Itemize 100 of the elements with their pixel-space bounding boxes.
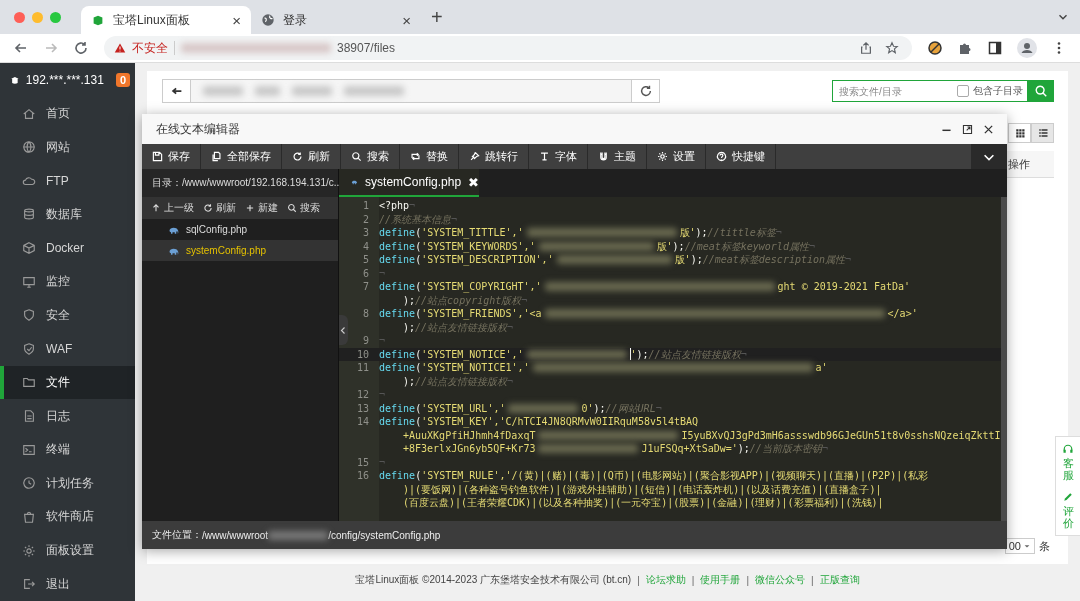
directory-path: 目录：/www/wwwroot/192.168.194.131/c... [142, 169, 338, 197]
file-tree-item[interactable]: sqlConfig.php [142, 219, 338, 240]
collapse-handle[interactable] [339, 315, 348, 345]
sidebar-item[interactable]: WAF [0, 332, 135, 366]
sidebar-item[interactable]: 退出 [0, 567, 135, 601]
sidebar-item[interactable]: 面板设置 [0, 533, 135, 568]
scrollbar[interactable] [1000, 197, 1007, 521]
line-end-mark: ¬ [521, 293, 528, 307]
tab-close-button[interactable]: × [232, 11, 241, 29]
address-bar[interactable]: 不安全 38907/files [104, 36, 912, 60]
sidebar-item[interactable]: 终端 [0, 432, 135, 467]
code-comment: //系统基本信息 [379, 212, 452, 226]
new-tab-button[interactable]: + [431, 5, 443, 29]
code-punctuation: ); [403, 374, 416, 388]
column-header: 操作 [1008, 156, 1030, 172]
line-end-mark: ¬ [808, 239, 815, 253]
shield-icon [22, 308, 36, 323]
code-string: 版' [674, 253, 691, 267]
zoom-window-dot-icon[interactable] [50, 11, 61, 23]
sidebar-item[interactable]: 文件 [0, 365, 135, 400]
file-tree-item[interactable]: systemConfig.php [142, 240, 338, 261]
code-string: 0' [581, 401, 594, 415]
database-icon [22, 207, 36, 222]
subdirectory-checkbox[interactable] [957, 85, 969, 97]
tree-action-button[interactable]: 新建 [242, 201, 281, 215]
back-button[interactable] [163, 80, 191, 102]
browser-tab[interactable]: 登录 × [251, 6, 421, 34]
profile-avatar-icon[interactable] [1017, 38, 1037, 58]
share-icon[interactable] [859, 41, 873, 55]
gear-icon [657, 151, 668, 162]
close-window-dot-icon[interactable] [14, 11, 25, 23]
tab-title: 登录 [283, 11, 308, 29]
blurred-text [203, 86, 243, 96]
separator: | [746, 574, 749, 586]
swap-icon [410, 151, 421, 162]
code-string: 'SYSTEM_KEYWORDS',' [421, 239, 536, 253]
search-icon [287, 203, 297, 213]
file-tab[interactable]: systemConfig.php ✖ [339, 169, 479, 197]
sidebar-item[interactable]: FTP [0, 164, 135, 198]
search-box[interactable]: 搜索文件/目录 包含子目录 [832, 80, 1028, 102]
grid-view-button[interactable] [1008, 123, 1031, 143]
save-icon [152, 151, 163, 162]
code-keyword: define [379, 253, 416, 267]
code-punctuation: ); [690, 253, 703, 267]
tree-action-button[interactable]: 刷新 [200, 201, 239, 215]
refresh-icon [638, 84, 653, 98]
refresh-icon [203, 203, 213, 213]
code-string: 'SYSTEM_NOTICE1',' [421, 361, 530, 375]
sidebar-item[interactable]: 安全 [0, 298, 135, 333]
maximize-icon[interactable] [961, 122, 974, 136]
search-icon [1034, 84, 1048, 98]
line-end-mark: ¬ [740, 347, 747, 361]
code-string: 'SYSTEM_URL',' [421, 401, 506, 415]
chevron-left-icon [340, 325, 346, 335]
bag-icon [22, 509, 36, 524]
cube-icon [22, 241, 36, 256]
line-number: 8 [361, 307, 370, 321]
close-tab-button[interactable]: ✖ [468, 174, 479, 190]
list-view-button[interactable] [1031, 123, 1054, 143]
sidebar-item[interactable]: 监控 [0, 264, 135, 299]
caret-icon [1023, 542, 1031, 550]
code-keyword: define [379, 239, 416, 253]
copy-icon [211, 151, 222, 162]
tree-action-button[interactable]: 上一级 [148, 201, 197, 215]
tab-close-button[interactable]: × [402, 11, 411, 29]
code-string: 'SYSTEM_COPYRIGHT',' [421, 280, 542, 294]
sidebar-item[interactable]: Docker [0, 231, 135, 265]
line-number: 7 [361, 280, 370, 294]
status-label: 文件位置： [152, 528, 202, 542]
search-button[interactable] [1028, 80, 1054, 102]
code-keyword: define [379, 415, 416, 429]
refresh-button[interactable] [631, 80, 659, 102]
browser-tab[interactable]: 宝塔Linux面板 × [81, 6, 251, 34]
line-end-mark: ¬ [379, 388, 386, 402]
sidebar-item[interactable]: 网站 [0, 130, 135, 165]
exit-icon [22, 577, 36, 592]
sidebar-item[interactable]: 日志 [0, 399, 135, 433]
code-punctuation: ); [695, 226, 708, 240]
server-address: 192.***.***.131 [25, 72, 104, 87]
box-favicon-icon [91, 13, 105, 27]
sidebar-item[interactable]: 首页 [0, 96, 135, 131]
search-field[interactable]: 搜索文件/目录 [837, 84, 953, 98]
code-string: J1uFSQq+XtSaDw=' [641, 442, 738, 456]
tree-action-button[interactable]: 搜索 [284, 201, 323, 215]
sidebar-item[interactable]: 数据库 [0, 197, 135, 232]
copyright-text: 宝塔Linux面板 ©2014-2023 广东堡塔安全技术有限公司 (bt.cn) [355, 573, 632, 587]
extension-badge-icon[interactable] [927, 40, 943, 56]
reload-icon[interactable] [73, 40, 89, 56]
url-text: 38907/files [337, 41, 396, 55]
globe-icon [261, 13, 275, 27]
minimize-window-dot-icon[interactable] [32, 11, 43, 23]
star-icon[interactable] [885, 41, 899, 55]
side-panel-icon[interactable] [987, 40, 1003, 56]
sidebar-item[interactable]: 软件商店 [0, 500, 135, 534]
code-string: 'SYSTEM_NOTICE',' [421, 347, 524, 361]
code-editor-area[interactable] [339, 197, 1007, 521]
sidebar-item[interactable]: 计划任务 [0, 466, 135, 501]
separator: | [691, 574, 695, 586]
expand-toolbar-button[interactable] [971, 144, 1007, 169]
code-string: (百度云盘)|(王者荣耀CDK)|(以及各种抽奖)|(一元夺宝)|(股票)|(金融)|(理财)|(彩票福利)|(洗钱)| [403, 496, 884, 510]
